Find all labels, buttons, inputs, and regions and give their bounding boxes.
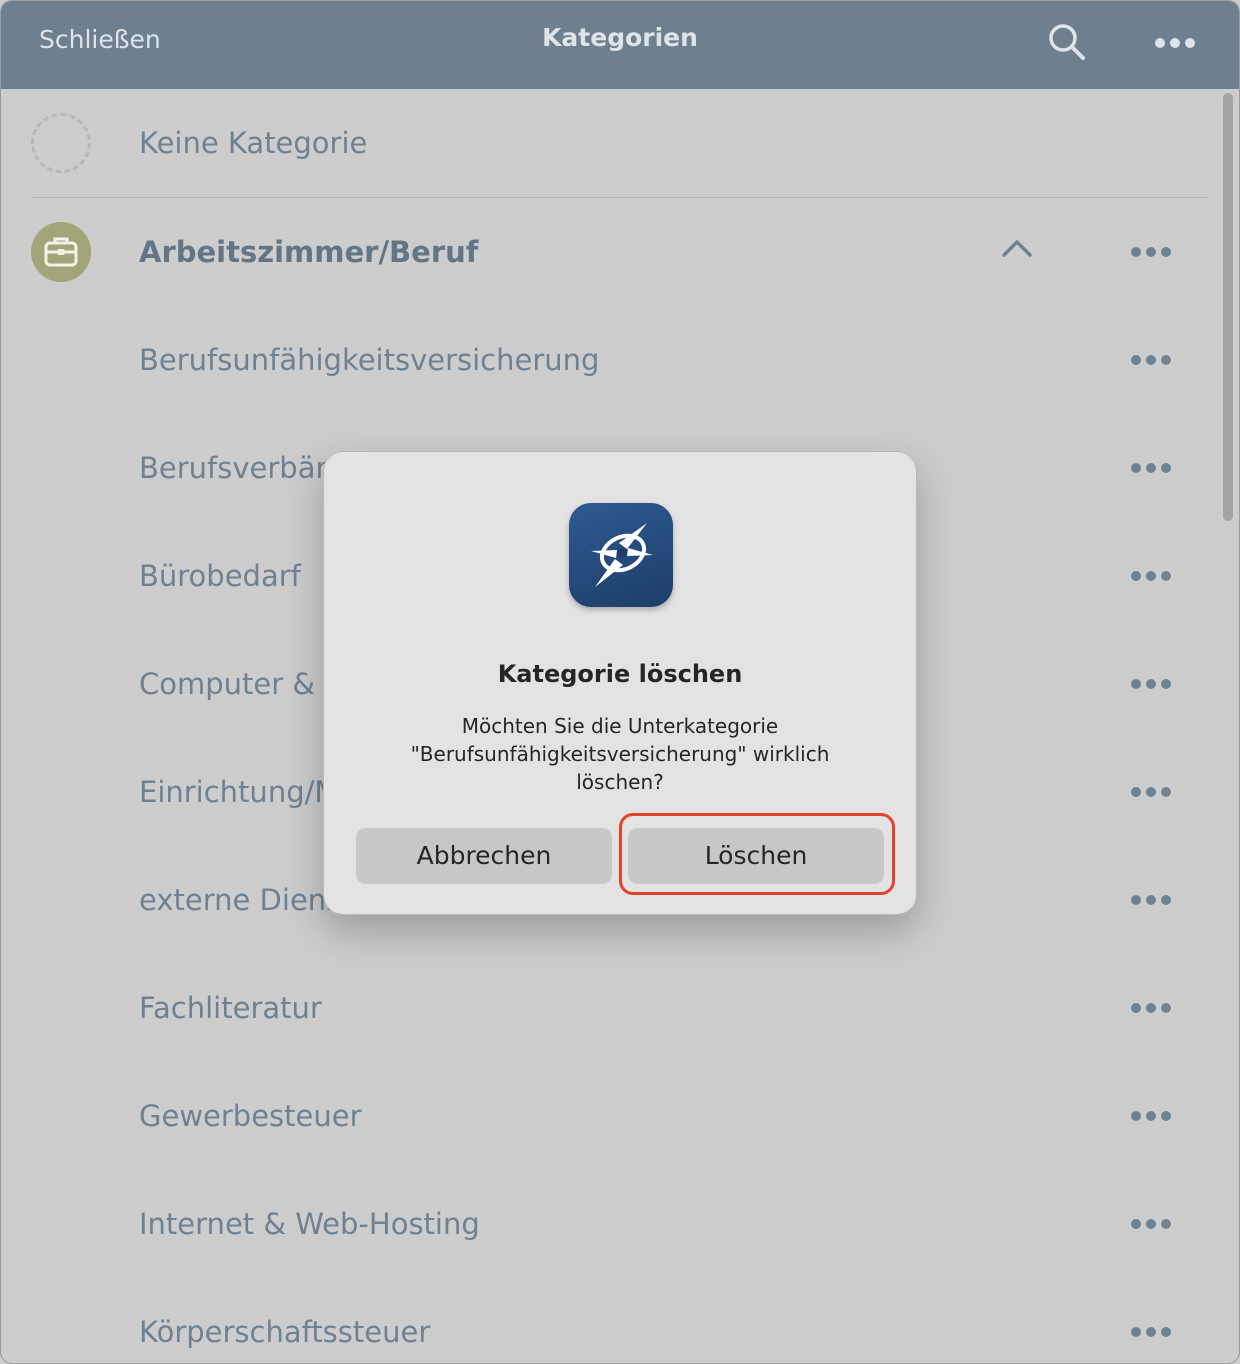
more-icon[interactable] xyxy=(1129,460,1173,476)
list-item-label: Berufsverbän xyxy=(139,451,334,485)
list-item-label: Keine Kategorie xyxy=(139,126,368,160)
list-item-no-category[interactable]: Keine Kategorie xyxy=(1,89,1211,198)
list-item-label: Internet & Web-Hosting xyxy=(139,1207,480,1241)
list-item-label: Einrichtung/M xyxy=(139,775,340,809)
more-icon[interactable] xyxy=(1129,1216,1173,1232)
list-item-category[interactable]: Arbeitszimmer/Beruf xyxy=(1,198,1211,306)
dashed-circle-icon xyxy=(31,113,91,173)
categories-window: Schließen Kategorien Keine Kategorie Arb… xyxy=(0,0,1240,1364)
more-icon[interactable] xyxy=(1129,352,1173,368)
list-item-subcategory[interactable]: Berufsunfähigkeitsversicherung xyxy=(1,306,1211,414)
list-item-label: Fachliteratur xyxy=(139,991,322,1025)
delete-button[interactable]: Löschen xyxy=(628,828,884,884)
more-icon[interactable] xyxy=(1153,35,1197,51)
list-item-subcategory[interactable]: Fachliteratur xyxy=(1,954,1211,1062)
dialog-title: Kategorie löschen xyxy=(497,660,743,688)
list-item-label: Berufsunfähigkeitsversicherung xyxy=(139,343,600,377)
more-icon[interactable] xyxy=(1129,676,1173,692)
list-item-label: Körperschaftssteuer xyxy=(139,1315,431,1349)
more-icon[interactable] xyxy=(1129,892,1173,908)
list-item-label: Gewerbesteuer xyxy=(139,1099,362,1133)
list-item-label: Computer & S xyxy=(139,667,343,701)
list-item-subcategory[interactable]: Internet & Web-Hosting xyxy=(1,1170,1211,1278)
more-icon[interactable] xyxy=(1129,784,1173,800)
scrollbar-thumb[interactable] xyxy=(1223,93,1233,521)
list-item-subcategory[interactable]: Gewerbesteuer xyxy=(1,1062,1211,1170)
more-icon[interactable] xyxy=(1129,1000,1173,1016)
chevron-up-icon[interactable] xyxy=(999,236,1035,260)
app-logo-icon xyxy=(569,503,673,607)
delete-dialog: Kategorie löschen Möchten Sie die Unterk… xyxy=(323,451,917,915)
more-icon[interactable] xyxy=(1129,568,1173,584)
search-icon[interactable] xyxy=(1047,23,1087,61)
list-item-label: Arbeitszimmer/Beruf xyxy=(139,235,479,269)
cancel-button[interactable]: Abbrechen xyxy=(356,828,612,884)
dialog-message: Möchten Sie die Unterkategorie "Berufsun… xyxy=(410,714,830,794)
more-icon[interactable] xyxy=(1129,244,1173,260)
briefcase-icon xyxy=(31,222,91,282)
header-bar: Schließen Kategorien xyxy=(1,1,1239,89)
more-icon[interactable] xyxy=(1129,1108,1173,1124)
scrollbar[interactable] xyxy=(1220,93,1234,523)
more-icon[interactable] xyxy=(1129,1324,1173,1340)
list-item-label: externe Diens xyxy=(139,883,342,917)
list-item-subcategory[interactable]: Körperschaftssteuer xyxy=(1,1278,1211,1363)
list-item-label: Bürobedarf xyxy=(139,559,301,593)
